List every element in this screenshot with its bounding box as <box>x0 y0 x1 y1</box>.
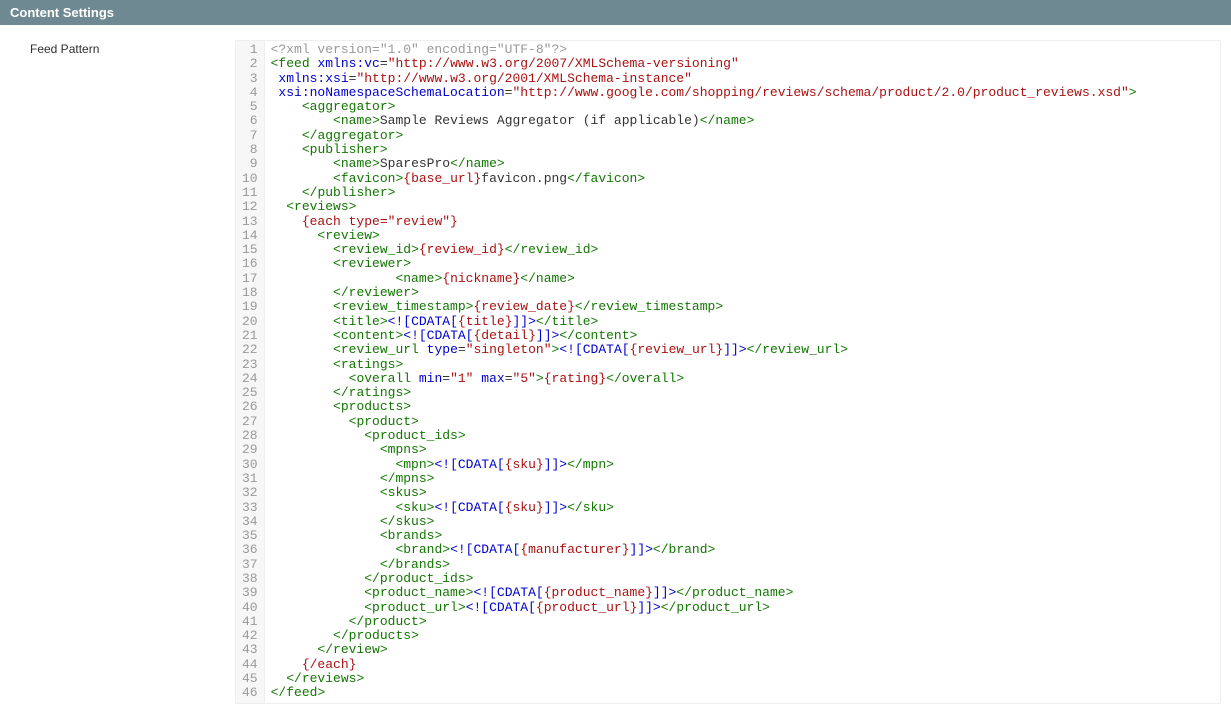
gutter-line-number: 46 <box>242 686 258 700</box>
code-line[interactable]: <name>SparesPro</name> <box>271 157 1137 171</box>
gutter-line-number: 25 <box>242 386 258 400</box>
gutter-line-number: 39 <box>242 586 258 600</box>
gutter-line-number: 44 <box>242 658 258 672</box>
code-line[interactable]: <publisher> <box>271 143 1137 157</box>
gutter-line-number: 3 <box>242 72 258 86</box>
code-line[interactable]: </reviewer> <box>271 286 1137 300</box>
field-label-feed-pattern: Feed Pattern <box>30 40 235 704</box>
code-line[interactable]: <reviews> <box>271 200 1137 214</box>
code-line[interactable]: <review_timestamp>{review_date}</review_… <box>271 300 1137 314</box>
gutter-line-number: 31 <box>242 472 258 486</box>
code-line[interactable]: <name>Sample Reviews Aggregator (if appl… <box>271 114 1137 128</box>
gutter-line-number: 35 <box>242 529 258 543</box>
gutter-line-number: 20 <box>242 315 258 329</box>
code-line[interactable]: </product> <box>271 615 1137 629</box>
gutter-line-number: 41 <box>242 615 258 629</box>
gutter-line-number: 17 <box>242 272 258 286</box>
code-line[interactable]: <reviewer> <box>271 257 1137 271</box>
gutter-line-number: 28 <box>242 429 258 443</box>
code-gutter: 1234567891011121314151617181920212223242… <box>236 41 265 703</box>
gutter-line-number: 4 <box>242 86 258 100</box>
gutter-line-number: 1 <box>242 43 258 57</box>
code-line[interactable]: </product_ids> <box>271 572 1137 586</box>
gutter-line-number: 2 <box>242 57 258 71</box>
code-line[interactable]: <review_id>{review_id}</review_id> <box>271 243 1137 257</box>
code-line[interactable]: <product> <box>271 415 1137 429</box>
code-line[interactable]: </ratings> <box>271 386 1137 400</box>
code-line[interactable]: </feed> <box>271 686 1137 700</box>
gutter-line-number: 14 <box>242 229 258 243</box>
code-line[interactable]: xmlns:xsi="http://www.w3.org/2001/XMLSch… <box>271 72 1137 86</box>
code-line[interactable]: {/each} <box>271 658 1137 672</box>
gutter-line-number: 40 <box>242 601 258 615</box>
gutter-line-number: 37 <box>242 558 258 572</box>
code-line[interactable]: <content><![CDATA[{detail}]]></content> <box>271 329 1137 343</box>
gutter-line-number: 9 <box>242 157 258 171</box>
code-line[interactable]: <brand><![CDATA[{manufacturer}]]></brand… <box>271 543 1137 557</box>
gutter-line-number: 36 <box>242 543 258 557</box>
gutter-line-number: 23 <box>242 358 258 372</box>
code-line[interactable]: <mpns> <box>271 443 1137 457</box>
code-line[interactable]: <brands> <box>271 529 1137 543</box>
gutter-line-number: 34 <box>242 515 258 529</box>
section-title: Content Settings <box>10 5 114 20</box>
gutter-line-number: 38 <box>242 572 258 586</box>
code-line[interactable]: </reviews> <box>271 672 1137 686</box>
code-line[interactable]: <skus> <box>271 486 1137 500</box>
code-line[interactable]: </publisher> <box>271 186 1137 200</box>
gutter-line-number: 22 <box>242 343 258 357</box>
code-line[interactable]: <product_url><![CDATA[{product_url}]]></… <box>271 601 1137 615</box>
gutter-line-number: 26 <box>242 400 258 414</box>
code-line[interactable]: </brands> <box>271 558 1137 572</box>
code-line[interactable]: </products> <box>271 629 1137 643</box>
section-header: Content Settings <box>0 0 1231 25</box>
content-wrap: Feed Pattern 123456789101112131415161718… <box>0 25 1231 714</box>
gutter-line-number: 7 <box>242 129 258 143</box>
code-line[interactable]: <mpn><![CDATA[{sku}]]></mpn> <box>271 458 1137 472</box>
code-line[interactable]: xsi:noNamespaceSchemaLocation="http://ww… <box>271 86 1137 100</box>
gutter-line-number: 42 <box>242 629 258 643</box>
feed-pattern-code-editor[interactable]: 1234567891011121314151617181920212223242… <box>235 40 1221 704</box>
gutter-line-number: 29 <box>242 443 258 457</box>
code-line[interactable]: </review> <box>271 643 1137 657</box>
gutter-line-number: 45 <box>242 672 258 686</box>
gutter-line-number: 10 <box>242 172 258 186</box>
code-line[interactable]: <title><![CDATA[{title}]]></title> <box>271 315 1137 329</box>
code-line[interactable]: <products> <box>271 400 1137 414</box>
code-line[interactable]: <favicon>{base_url}favicon.png</favicon> <box>271 172 1137 186</box>
code-line[interactable]: </aggregator> <box>271 129 1137 143</box>
gutter-line-number: 16 <box>242 257 258 271</box>
code-line[interactable]: <sku><![CDATA[{sku}]]></sku> <box>271 501 1137 515</box>
gutter-line-number: 13 <box>242 215 258 229</box>
code-line[interactable]: </skus> <box>271 515 1137 529</box>
gutter-line-number: 19 <box>242 300 258 314</box>
gutter-line-number: 12 <box>242 200 258 214</box>
code-line[interactable]: <overall min="1" max="5">{rating}</overa… <box>271 372 1137 386</box>
gutter-line-number: 43 <box>242 643 258 657</box>
gutter-line-number: 30 <box>242 458 258 472</box>
gutter-line-number: 11 <box>242 186 258 200</box>
code-line[interactable]: {each type="review"} <box>271 215 1137 229</box>
gutter-line-number: 33 <box>242 501 258 515</box>
code-line[interactable]: <feed xmlns:vc="http://www.w3.org/2007/X… <box>271 57 1137 71</box>
gutter-line-number: 15 <box>242 243 258 257</box>
code-line[interactable]: <name>{nickname}</name> <box>271 272 1137 286</box>
gutter-line-number: 5 <box>242 100 258 114</box>
gutter-line-number: 27 <box>242 415 258 429</box>
code-line[interactable]: <?xml version="1.0" encoding="UTF-8"?> <box>271 43 1137 57</box>
code-line[interactable]: <aggregator> <box>271 100 1137 114</box>
gutter-line-number: 32 <box>242 486 258 500</box>
gutter-line-number: 21 <box>242 329 258 343</box>
code-line[interactable]: <product_name><![CDATA[{product_name}]]>… <box>271 586 1137 600</box>
code-line[interactable]: <review_url type="singleton"><![CDATA[{r… <box>271 343 1137 357</box>
code-lines[interactable]: <?xml version="1.0" encoding="UTF-8"?><f… <box>265 41 1143 703</box>
gutter-line-number: 24 <box>242 372 258 386</box>
gutter-line-number: 18 <box>242 286 258 300</box>
code-line[interactable]: <review> <box>271 229 1137 243</box>
gutter-line-number: 8 <box>242 143 258 157</box>
gutter-line-number: 6 <box>242 114 258 128</box>
code-line[interactable]: <ratings> <box>271 358 1137 372</box>
code-line[interactable]: </mpns> <box>271 472 1137 486</box>
code-line[interactable]: <product_ids> <box>271 429 1137 443</box>
